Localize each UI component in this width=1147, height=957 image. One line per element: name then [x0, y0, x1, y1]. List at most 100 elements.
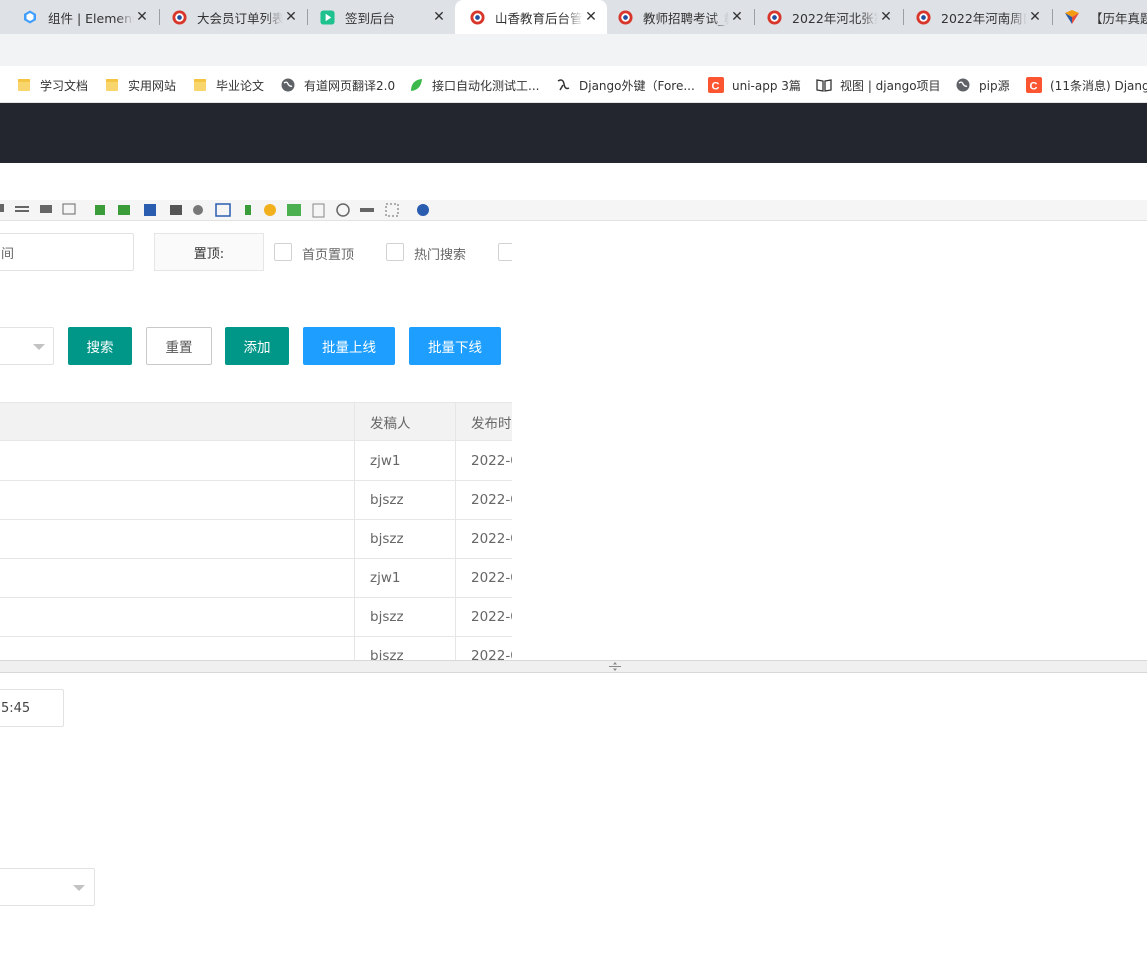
add-button[interactable]: 添加	[225, 327, 289, 365]
folder-icon	[104, 77, 120, 93]
bookmark-api-testing[interactable]: 接口自动化测试工...	[408, 75, 539, 95]
admin-header	[0, 103, 1147, 163]
bookmark-uniapp[interactable]: C uni-app 3篇	[708, 75, 801, 95]
bookmark-label: 有道网页翻译2.0	[304, 78, 396, 93]
status-select[interactable]	[0, 327, 54, 365]
cell-author: zjw1	[370, 570, 401, 586]
hot-search-checkbox[interactable]	[386, 243, 404, 261]
close-icon[interactable]: ✕	[134, 9, 150, 25]
bookmark-django-views[interactable]: 视图 | django项目	[816, 75, 941, 95]
folder-icon	[16, 77, 32, 93]
bookmark-label: pip源	[979, 78, 1010, 93]
browser-tab-signin[interactable]: 签到后台 ✕	[305, 0, 455, 34]
site-logo-icon	[617, 9, 633, 25]
extra-checkbox[interactable]	[498, 243, 512, 261]
tab-label: 组件 | Element	[48, 10, 134, 26]
tab-label: 2022年河北张家	[792, 10, 878, 26]
chevron-down-icon	[73, 885, 85, 891]
time-input-value: 间	[1, 246, 15, 262]
close-icon[interactable]: ✕	[283, 9, 299, 25]
bookmark-youdao[interactable]: 有道网页翻译2.0	[280, 75, 395, 95]
bookmark-useful-sites[interactable]: 实用网站	[104, 75, 176, 95]
table-row[interactable]: zjw1 2022-0	[0, 442, 512, 481]
close-icon[interactable]: ✕	[583, 9, 599, 25]
home-top-checkbox[interactable]	[274, 243, 292, 261]
table-row[interactable]: zjw1 2022-0	[0, 559, 512, 598]
table-row[interactable]: bjszz 2022-0	[0, 481, 512, 520]
close-icon[interactable]: ✕	[1027, 9, 1043, 25]
bookmark-study-docs[interactable]: 学习文档	[16, 75, 88, 95]
bookmark-thesis[interactable]: 毕业论文	[192, 75, 264, 95]
csdn-icon: C	[708, 77, 724, 93]
browser-tab-henan[interactable]: 2022年河南周口 ✕	[901, 0, 1051, 34]
bookmark-label: 视图 | django项目	[840, 78, 941, 93]
browser-tab-shanxiang[interactable]: 山香教育后台管理 ✕	[455, 0, 607, 34]
tab-label: 签到后台	[345, 10, 396, 26]
folder-icon	[192, 77, 208, 93]
editor-toolbar	[0, 200, 1147, 221]
browser-tab-element[interactable]: 组件 | Element ✕	[8, 0, 158, 34]
swirl-icon	[555, 77, 571, 93]
table-row[interactable]: bjszz 2022-0	[0, 520, 512, 559]
cell-publish-time: 2022-0	[471, 648, 512, 660]
table-header: 发稿人 发布时	[0, 402, 512, 441]
close-icon[interactable]: ✕	[431, 9, 447, 25]
editor-toolbar-icons	[0, 203, 429, 218]
svg-text:C: C	[712, 81, 720, 93]
cell-author: bjszz	[370, 531, 404, 547]
book-icon	[816, 77, 832, 93]
cell-publish-time: 2022-0	[471, 492, 512, 508]
tab-label: 2022年河南周口	[941, 10, 1027, 26]
site-logo-icon	[915, 9, 931, 25]
browser-tab-past-exams[interactable]: 【历年真题	[1050, 0, 1147, 34]
bookmark-django-fk[interactable]: Django外键（Fore...	[555, 75, 695, 95]
home-top-checkbox-label[interactable]: 首页置顶	[302, 244, 354, 263]
close-icon[interactable]: ✕	[729, 9, 745, 25]
cell-publish-time: 2022-0	[471, 453, 512, 469]
address-bar-area	[0, 34, 1147, 66]
site-logo-icon	[766, 9, 782, 25]
datetime-input[interactable]: 5:45	[0, 689, 64, 727]
time-input[interactable]: 间	[0, 233, 134, 271]
reset-button[interactable]: 重置	[146, 327, 212, 365]
column-divider	[455, 402, 456, 660]
globe-icon	[955, 77, 971, 93]
news-table: 发稿人 发布时 zjw1 2022-0 bjszz 2022-0 bjszz 2…	[0, 402, 512, 660]
browser-tab-orders[interactable]: 大会员订单列表 ✕	[157, 0, 307, 34]
batch-online-button[interactable]: 批量上线	[303, 327, 395, 365]
cell-publish-time: 2022-0	[471, 570, 512, 586]
hot-search-checkbox-label[interactable]: 热门搜索	[414, 244, 466, 263]
category-select[interactable]	[0, 868, 95, 906]
bookmark-label: 实用网站	[128, 78, 177, 93]
cell-author: bjszz	[370, 492, 404, 508]
table-row[interactable]: bjszz 2022-0	[0, 598, 512, 637]
bookmark-csdn-django[interactable]: C (11条消息) Django	[1026, 75, 1147, 95]
bookmark-label: 学习文档	[40, 78, 89, 93]
tab-label: 【历年真题	[1090, 10, 1147, 26]
close-icon[interactable]: ✕	[878, 9, 894, 25]
column-header-author: 发稿人	[370, 416, 411, 432]
browser-tab-bar: 组件 | Element ✕ 大会员订单列表 ✕ 签到后台 ✕ 山香教育后台管理…	[0, 0, 1147, 34]
site-logo-icon	[469, 9, 485, 25]
cell-publish-time: 2022-0	[471, 609, 512, 625]
shield-logo-icon	[1064, 9, 1080, 25]
datetime-input-value: 5:45	[1, 700, 31, 716]
top-label: 置顶:	[154, 233, 264, 271]
browser-tab-exam[interactable]: 教师招聘考试_教 ✕	[603, 0, 753, 34]
bookmark-label: 毕业论文	[216, 78, 265, 93]
pane-splitter[interactable]	[0, 660, 1147, 673]
top-label-text: 置顶:	[193, 246, 225, 262]
bookmark-pip[interactable]: pip源	[955, 75, 1010, 95]
globe-icon	[280, 77, 296, 93]
svg-text:C: C	[1030, 81, 1038, 93]
browser-tab-hebei[interactable]: 2022年河北张家 ✕	[752, 0, 902, 34]
resize-handle-icon	[609, 662, 621, 671]
batch-offline-button[interactable]: 批量下线	[409, 327, 501, 365]
search-button[interactable]: 搜索	[68, 327, 132, 365]
table-row[interactable]: bjszz 2022-0	[0, 637, 512, 660]
bookmark-label: uni-app 3篇	[732, 78, 801, 93]
cell-author: bjszz	[370, 609, 404, 625]
bookmark-label: Django外键（Fore...	[579, 78, 695, 93]
chevron-down-icon	[33, 344, 45, 350]
column-divider	[354, 402, 355, 660]
